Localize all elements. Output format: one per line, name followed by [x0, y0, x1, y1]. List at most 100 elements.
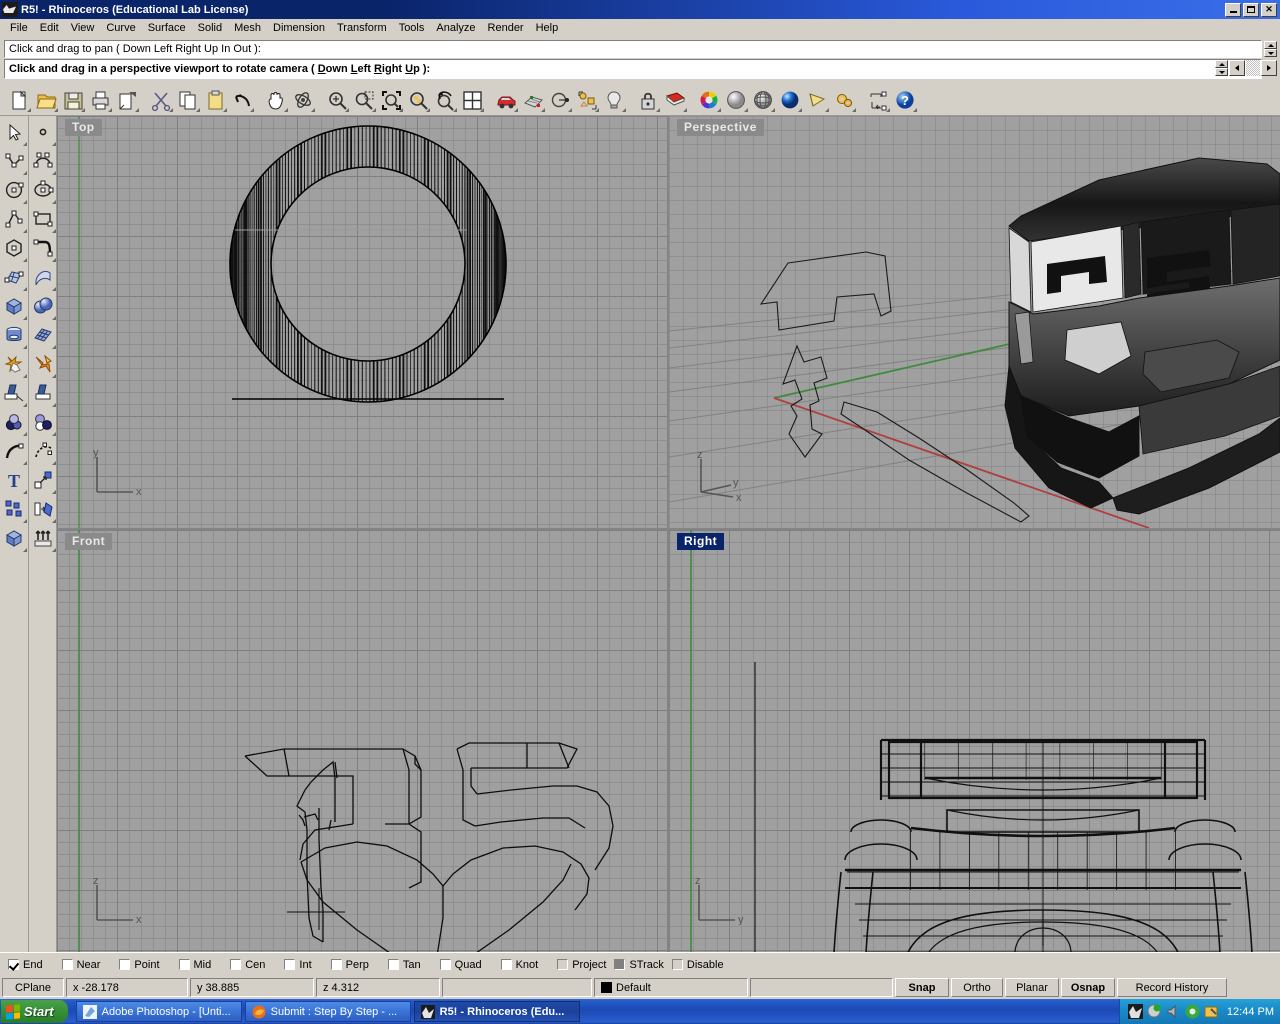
antivirus-tray-icon[interactable] — [1185, 1004, 1200, 1019]
sidebar-circle-button[interactable] — [0, 176, 28, 205]
menu-transform[interactable]: Transform — [331, 20, 393, 36]
statusbar-toggle-osnap[interactable]: Osnap — [1061, 978, 1115, 997]
zoom-previous-button[interactable] — [432, 87, 458, 113]
sidebar-text-button[interactable]: T — [0, 466, 28, 495]
viewport-right[interactable]: Right z y — [669, 530, 1280, 952]
sidebar-array-button[interactable] — [29, 495, 57, 524]
menu-view[interactable]: View — [65, 20, 101, 36]
sidebar-cylinder-button[interactable] — [0, 321, 28, 350]
taskbar-clock[interactable]: 12:44 PM — [1227, 1006, 1274, 1018]
named-view-button[interactable] — [547, 87, 573, 113]
shade-button[interactable] — [723, 87, 749, 113]
color-wheel-button[interactable] — [696, 87, 722, 113]
sidebar-rectangle-button[interactable] — [29, 205, 57, 234]
viewport-label-front[interactable]: Front — [65, 533, 112, 550]
viewport-top[interactable]: Top y x — [57, 116, 667, 528]
sidebar-polygon-button[interactable] — [0, 234, 28, 263]
wireframe-button[interactable] — [750, 87, 776, 113]
new-file-button[interactable] — [6, 87, 32, 113]
four-viewports-button[interactable] — [459, 87, 485, 113]
update-tray-icon[interactable] — [1204, 1004, 1219, 1019]
statusbar-toggle-snap[interactable]: Snap — [895, 978, 949, 997]
viewport-label-perspective[interactable]: Perspective — [677, 119, 764, 136]
osnap-point[interactable]: Point — [119, 959, 159, 971]
sidebar-mesh-button[interactable] — [29, 321, 57, 350]
command-option-left[interactable]: Left — [351, 63, 374, 75]
command-option-down[interactable]: Down — [315, 63, 351, 75]
osnap-quad[interactable]: Quad — [440, 959, 482, 971]
sidebar-sweep-button[interactable] — [29, 263, 57, 292]
toolbar-scroll-group[interactable] — [1215, 60, 1277, 78]
sidebar-arc-button[interactable] — [0, 205, 28, 234]
scroll-up-button[interactable] — [1264, 41, 1277, 49]
sidebar-curve-from-points-button[interactable] — [29, 234, 57, 263]
osnap-strack-checkbox[interactable] — [614, 959, 625, 970]
menu-curve[interactable]: Curve — [100, 20, 141, 36]
menu-analyze[interactable]: Analyze — [430, 20, 481, 36]
menu-mesh[interactable]: Mesh — [228, 20, 267, 36]
taskbar-task-1[interactable]: Submit : Step By Step - ... — [245, 1001, 411, 1022]
close-button[interactable]: ✕ — [1261, 3, 1277, 17]
sidebar-intersect-button[interactable] — [29, 408, 57, 437]
command-history[interactable]: Click and drag to pan ( Down Left Right … — [4, 40, 1262, 58]
sidebar-solid-tools-button[interactable] — [0, 524, 28, 553]
sidebar-blend-button[interactable] — [0, 408, 28, 437]
osnap-tan[interactable]: Tan — [388, 959, 421, 971]
osnap-perp-checkbox[interactable] — [331, 959, 342, 970]
statusbar-toggle-ortho[interactable]: Ortho — [951, 978, 1003, 997]
osnap-mid[interactable]: Mid — [179, 959, 212, 971]
viewport-perspective[interactable]: Perspective z y x — [669, 116, 1280, 528]
taskbar-task-0[interactable]: Adobe Photoshop - [Unti... — [76, 1001, 242, 1022]
osnap-project-checkbox[interactable] — [557, 959, 568, 970]
viewport-label-right[interactable]: Right — [677, 533, 724, 550]
menu-tools[interactable]: Tools — [393, 20, 431, 36]
statusbar-toggle-planar[interactable]: Planar — [1005, 978, 1059, 997]
menu-dimension[interactable]: Dimension — [267, 20, 331, 36]
viewport-front[interactable]: Front z x — [57, 530, 667, 952]
menu-surface[interactable]: Surface — [142, 20, 192, 36]
render-preview-button[interactable] — [493, 87, 519, 113]
sidebar-polyline-button[interactable] — [0, 147, 28, 176]
osnap-quad-checkbox[interactable] — [440, 959, 451, 970]
print-button[interactable] — [87, 87, 113, 113]
save-file-button[interactable] — [60, 87, 86, 113]
open-file-button[interactable] — [33, 87, 59, 113]
cut-button[interactable] — [148, 87, 174, 113]
osnap-disable[interactable]: Disable — [672, 959, 724, 971]
statusbar-toggle-record-history[interactable]: Record History — [1117, 978, 1227, 997]
command-prompt[interactable]: Click and drag in a perspective viewport… — [4, 59, 1262, 79]
osnap-disable-checkbox[interactable] — [672, 959, 683, 970]
sidebar-box-button[interactable] — [0, 292, 28, 321]
network-tray-icon[interactable] — [1147, 1004, 1162, 1019]
sidebar-boolean-difference-button[interactable] — [29, 350, 57, 379]
sidebar-chamfer-button[interactable] — [29, 379, 57, 408]
osnap-knot-checkbox[interactable] — [501, 959, 512, 970]
zoom-extents-button[interactable] — [378, 87, 404, 113]
osnap-end[interactable]: End — [8, 959, 43, 971]
paste-button[interactable] — [202, 87, 228, 113]
sidebar-curve-dots-button[interactable] — [29, 437, 57, 466]
toolbar-scroll-up-button[interactable] — [1215, 60, 1228, 68]
layer-panel[interactable]: Default — [594, 978, 748, 997]
viewport-label-top[interactable]: Top — [65, 119, 102, 136]
command-option-right[interactable]: Right — [374, 63, 405, 75]
pan-button[interactable] — [263, 87, 289, 113]
sidebar-ellipse-button[interactable] — [29, 176, 57, 205]
taskbar-task-2[interactable]: R5! - Rhinoceros (Edu... — [414, 1001, 580, 1022]
sidebar-select-arrow-button[interactable] — [0, 118, 28, 147]
scroll-down-button[interactable] — [1264, 49, 1277, 57]
toolbar-scrollbar-track[interactable] — [1246, 60, 1260, 76]
sidebar-transform-move-button[interactable] — [29, 466, 57, 495]
osnap-near[interactable]: Near — [62, 959, 101, 971]
toolbar-scroll-left-button[interactable] — [1229, 60, 1245, 76]
minimize-button[interactable] — [1225, 3, 1241, 17]
menu-edit[interactable]: Edit — [34, 20, 65, 36]
spotlight-button[interactable] — [804, 87, 830, 113]
osnap-end-checkbox[interactable] — [8, 959, 19, 970]
osnap-project[interactable]: Project — [557, 959, 606, 971]
menu-help[interactable]: Help — [530, 20, 565, 36]
volume-tray-icon[interactable] — [1166, 1004, 1181, 1019]
render-button[interactable] — [777, 87, 803, 113]
sidebar-sphere-button[interactable] — [29, 292, 57, 321]
light-button[interactable] — [601, 87, 627, 113]
